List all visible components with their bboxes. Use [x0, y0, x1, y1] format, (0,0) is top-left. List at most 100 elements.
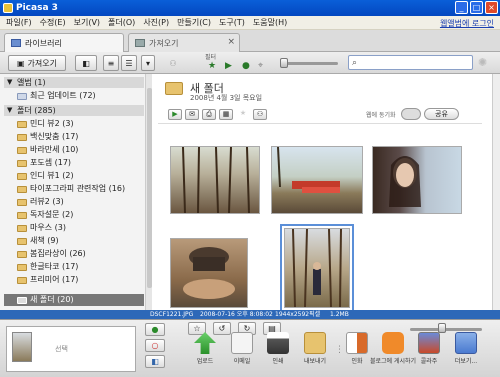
photo-thumbnail-selected[interactable] — [280, 224, 354, 312]
folder-label: 타이포그라피 관련작업 (16) — [30, 184, 126, 193]
collage-folder-button[interactable]: ▦ — [219, 109, 233, 120]
tray-thumbnail[interactable] — [12, 332, 32, 362]
star-folder-icon[interactable]: ★ — [236, 109, 250, 120]
import-button-label: 가져오기 — [27, 58, 57, 68]
slideshow-button[interactable]: ▶ — [168, 109, 182, 120]
blog-button[interactable]: 블로그에 게시하기 — [370, 332, 416, 365]
folder-label: 새 폴더 (20) — [30, 295, 74, 304]
more-button[interactable]: 더보기... — [451, 332, 481, 365]
email-button[interactable]: 이메일 — [227, 332, 257, 365]
tab-library[interactable]: 라이브러리 — [4, 33, 124, 52]
photo-grid-scrollbar[interactable] — [492, 74, 500, 310]
folder-item[interactable]: 봄집라상이 (26) — [17, 248, 141, 260]
hold-button[interactable]: ● — [145, 323, 165, 336]
photo-thumbnail[interactable] — [170, 146, 260, 214]
sidebar-scrollbar[interactable] — [145, 74, 152, 310]
add-to-album-tray-button[interactable]: ◧ — [145, 355, 165, 368]
export-button[interactable]: 내보내기 — [300, 332, 330, 365]
order-prints-button[interactable]: 인화 — [342, 332, 372, 365]
tree-view-button[interactable]: ≡ — [103, 55, 119, 71]
menu-tools[interactable]: 도구(T) — [215, 17, 249, 28]
menu-picture[interactable]: 사진(P) — [139, 17, 173, 28]
folder-item[interactable]: 새책 (9) — [17, 235, 141, 247]
folder-item-selected[interactable]: 새 폴더 (20) — [4, 294, 144, 306]
photo-thumbnail[interactable] — [372, 146, 462, 214]
folder-icon — [17, 237, 27, 245]
folder-item[interactable]: 백신맞춤 (17) — [17, 131, 141, 143]
folder-icon — [17, 146, 27, 154]
chevron-down-icon: ▾ — [145, 58, 150, 68]
selection-tray[interactable]: 선택 — [6, 326, 136, 372]
status-datetime: 2008-07-16 오후 8:08:02 — [200, 311, 273, 318]
more-label: 더보기... — [454, 358, 478, 365]
share-button[interactable]: 공유 — [424, 108, 459, 120]
date-slider-track[interactable] — [283, 62, 338, 65]
folder-icon — [17, 133, 27, 141]
sort-dropdown[interactable]: ▾ — [141, 55, 155, 71]
folder-icon — [17, 185, 27, 193]
menu-edit[interactable]: 수정(E) — [36, 17, 70, 28]
folder-item[interactable]: 프리미어 (17) — [17, 274, 141, 286]
folder-icon — [17, 250, 27, 258]
clear-button[interactable]: ○ — [145, 339, 165, 352]
menu-create[interactable]: 만들기(C) — [173, 17, 215, 28]
menu-help[interactable]: 도움말(H) — [249, 17, 291, 28]
menu-view[interactable]: 보기(V) — [70, 17, 104, 28]
boats-photo — [277, 146, 340, 193]
geotag-filter-icon[interactable]: ⌖ — [258, 61, 263, 71]
collapse-arrow-icon: ▼ — [7, 106, 13, 114]
folder-icon — [17, 224, 27, 232]
import-button[interactable]: ▣ 가져오기 — [8, 55, 66, 71]
photo-thumbnail[interactable] — [271, 146, 363, 214]
sign-in-link[interactable]: 웹앨범에 로그인 — [440, 18, 494, 29]
folder-item[interactable]: 포도셈 (17) — [17, 157, 141, 169]
title-bar: Picasa 3 _ □ × — [0, 0, 500, 16]
close-button[interactable]: × — [485, 1, 498, 14]
close-tab-icon[interactable]: × — [227, 37, 235, 47]
tray-label: 선택 — [55, 345, 68, 353]
folders-group-header[interactable]: ▼ 폴더 (285) — [4, 105, 144, 116]
people-folder-button[interactable]: ⚇ — [253, 109, 267, 120]
photo-grid-panel: 새 폴더 2008년 4월 3일 목요일 ▶ ✉ ⎙ ▦ ★ ⚇ 웹에 동기화 … — [152, 74, 500, 312]
email-folder-button[interactable]: ✉ — [185, 109, 199, 120]
folder-item[interactable]: 바라만세 (10) — [17, 144, 141, 156]
folder-item[interactable]: 한글타코 (17) — [17, 261, 141, 273]
date-slider-knob[interactable] — [280, 58, 288, 68]
spinner-icon: ✺ — [478, 56, 488, 69]
collage-button[interactable]: 콜라주 — [414, 332, 444, 365]
folder-item[interactable]: 인디 뷰1 (2) — [17, 170, 141, 182]
menu-folder[interactable]: 폴더(O) — [104, 17, 139, 28]
album-item-recent[interactable]: 최근 업데이트 (72) — [17, 90, 141, 102]
people-filter-button[interactable]: ⚇ — [162, 55, 184, 71]
library-icon — [11, 39, 21, 47]
maximize-button[interactable]: □ — [470, 1, 483, 14]
zoom-slider-track[interactable] — [410, 328, 482, 331]
print-folder-button[interactable]: ⎙ — [202, 109, 216, 120]
menu-bar: 파일(F) 수정(E) 보기(V) 폴더(O) 사진(P) 만들기(C) 도구(… — [0, 16, 500, 30]
tab-import[interactable]: 가져오기 × — [128, 33, 240, 52]
sync-toggle[interactable] — [401, 108, 421, 120]
forest-photo — [182, 146, 250, 214]
upload-button[interactable]: 업로드 — [190, 332, 220, 365]
minimize-button[interactable]: _ — [455, 1, 468, 14]
print-label: 인쇄 — [272, 358, 284, 365]
photo-thumbnail[interactable] — [170, 238, 248, 308]
search-input[interactable]: ⌕ — [348, 55, 473, 70]
print-button[interactable]: 인쇄 — [263, 332, 293, 365]
pin-icon: ● — [151, 325, 159, 334]
folder-item[interactable]: 민디 뷰2 (3) — [17, 118, 141, 130]
add-to-album-button[interactable]: ◧ — [75, 55, 97, 71]
tab-bar: 라이브러리 가져오기 × — [0, 30, 500, 52]
folder-item[interactable]: 타이포그라피 관련작업 (16) — [17, 183, 141, 195]
folder-item[interactable]: 독자설문 (2) — [17, 209, 141, 221]
star-filter-icon[interactable]: ★ — [208, 61, 216, 71]
menu-file[interactable]: 파일(F) — [2, 17, 36, 28]
flat-view-button[interactable]: ☰ — [121, 55, 137, 71]
albums-group-header[interactable]: ▼ 앨범 (1) — [4, 77, 144, 88]
folder-item[interactable]: 마우스 (3) — [17, 222, 141, 234]
video-filter-icon[interactable]: ▶ — [225, 61, 232, 71]
folder-item[interactable]: 러뷰2 (3) — [17, 196, 141, 208]
pottery-photo — [183, 247, 235, 299]
status-bar: DSCF1221.JPG 2008-07-16 오후 8:08:02 1944x… — [0, 310, 500, 319]
face-filter-icon[interactable]: ● — [242, 61, 250, 71]
